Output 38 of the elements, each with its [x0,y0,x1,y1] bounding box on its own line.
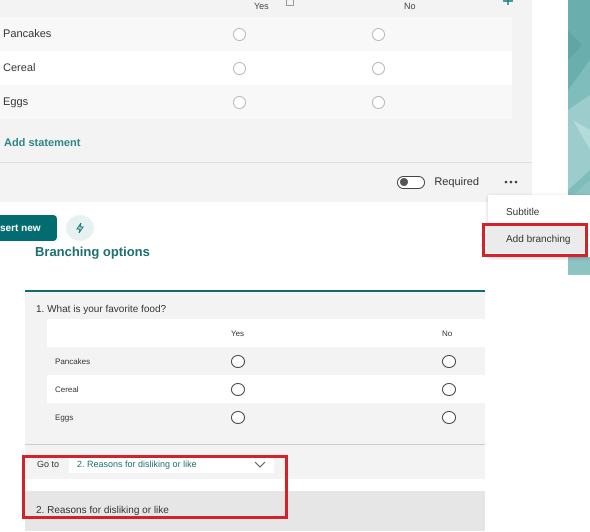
statement-label: Eggs [55,412,74,422]
statement-label: Cereal [2,62,36,74]
radio-button[interactable] [230,410,244,424]
statement-label: Cereal [55,384,79,394]
checkbox-icon [286,0,294,6]
radio-button[interactable] [232,28,246,40]
column-header: No [404,1,416,11]
radio-button[interactable] [232,62,246,74]
lightning-button[interactable] [66,215,94,241]
more-icon [504,180,518,184]
lightning-icon [75,222,85,234]
radio-button[interactable] [372,96,386,108]
question-title: 1. What is your favorite food? [35,303,168,317]
radio-button[interactable] [372,62,386,74]
radio-button[interactable] [442,382,456,396]
section-title: 2. Reasons for disliking or like [36,505,169,516]
column-header: Yes [230,328,244,338]
statement-label: Pancakes [55,356,90,366]
add-statement-link[interactable]: Add statement [4,137,80,149]
column-header: No [442,328,452,338]
radio-button[interactable] [442,354,456,368]
dropdown-label: Go to [37,459,60,469]
column-header: Yes [254,1,269,11]
radio-button[interactable] [230,382,244,396]
statement-label: Pancakes [2,28,52,40]
chevron-down-icon [254,460,266,468]
statement-label: Eggs [2,96,30,108]
radio-button[interactable] [442,410,456,424]
insert-button[interactable]: sert new [0,215,57,241]
panel-title: Branching options [35,244,151,259]
radio-button[interactable] [230,354,244,368]
radio-button[interactable] [372,28,386,40]
toggle-label: Required [434,176,479,188]
add-icon [502,0,514,6]
toggle-switch[interactable] [397,176,426,188]
radio-button[interactable] [232,96,246,108]
menu-item[interactable]: Subtitle [488,199,584,226]
more-button[interactable] [504,178,518,186]
